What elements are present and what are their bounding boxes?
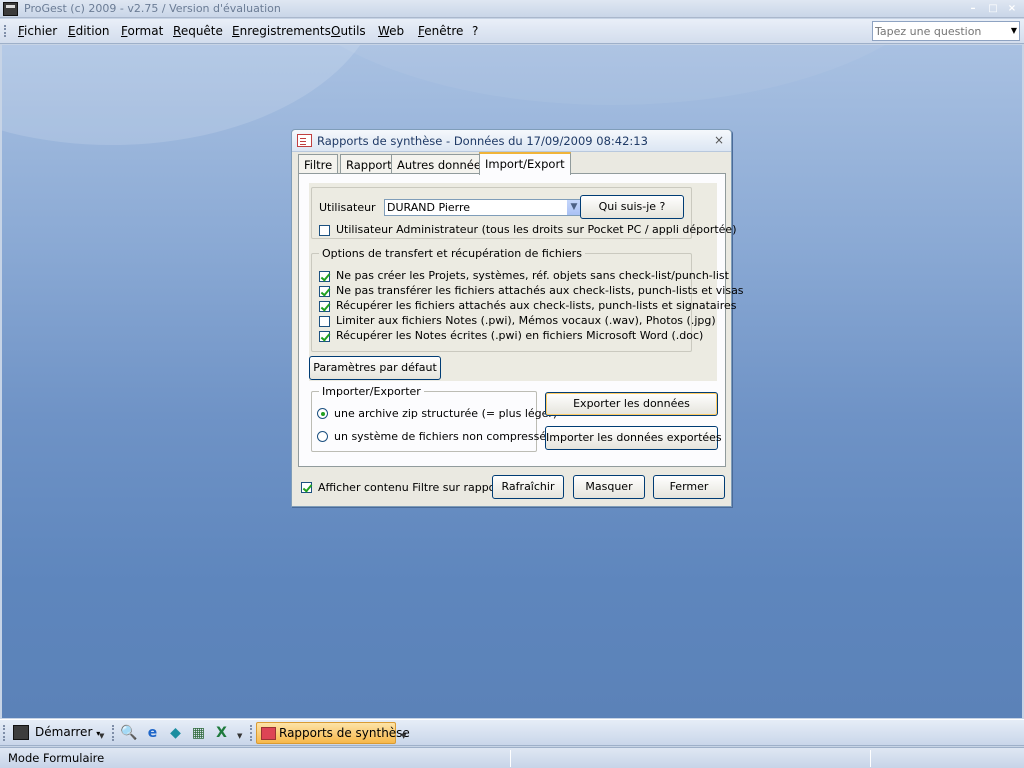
menu-bar: Fichier Edition Format Requête Enregistr… [0,19,1024,44]
taskbar-grip[interactable] [250,725,252,741]
refresh-button[interactable]: Rafraîchir [492,475,564,499]
option-label: Ne pas transférer les fichiers attachés … [336,284,744,297]
start-button[interactable]: Démarrer ▾ [9,723,104,744]
form-icon [297,134,312,147]
shortcut-icon[interactable]: ◆ [167,725,184,742]
transfer-options-legend: Options de transfert et récupération de … [319,247,585,260]
option-checkbox[interactable] [319,271,330,282]
status-separator [510,750,511,767]
chevron-down-icon[interactable]: ▼ [566,200,581,215]
task-reports-button[interactable]: Rapports de synthèse [256,722,410,744]
menu-outils[interactable]: Outils [331,24,366,38]
tab-rapport[interactable]: Rapport [340,154,398,174]
transfer-options-group: Options de transfert et récupération de … [311,247,744,352]
menu-edition[interactable]: Edition [68,24,110,38]
whoami-button[interactable]: Qui suis-je ? [580,195,684,219]
taskbar-grip[interactable] [3,725,5,741]
app-titlebar: ProGest (c) 2009 - v2.75 / Version d'éva… [0,0,1024,18]
import-export-legend: Importer/Exporter [319,385,424,398]
menu-format[interactable]: Format [121,24,163,38]
import-export-group: Importer/Exporter une archive zip struct… [311,385,557,452]
uncompressed-radio[interactable] [317,431,328,442]
calculator-icon[interactable]: ▦ [190,725,207,742]
user-combo[interactable]: DURAND Pierre ▼ [384,199,582,216]
app-icon[interactable] [3,2,18,16]
taskbar-grip[interactable] [112,725,114,741]
import-data-button[interactable]: Importer les données exportées [545,426,722,450]
menu-fichier[interactable]: Fichier [18,24,57,38]
default-settings-button[interactable]: Paramètres par défaut [309,356,441,380]
menu-enregistrements[interactable]: Enregistrements [232,24,331,38]
dialog-close-icon[interactable]: × [714,133,724,147]
hide-button[interactable]: Masquer [573,475,645,499]
user-group: Utilisateur DURAND Pierre ▼ Qui suis-je … [311,187,737,239]
option-label: Récupérer les Notes écrites (.pwi) en fi… [336,329,704,342]
app-title: ProGest (c) 2009 - v2.75 / Version d'éva… [24,2,281,15]
chevron-down-icon[interactable]: ▼ [401,732,406,740]
help-question-box[interactable]: ▼ [872,21,1020,41]
status-bar: Mode Formulaire [0,747,1024,768]
uncompressed-label: un système de fichiers non compressés [334,430,552,443]
admin-checkbox[interactable] [319,225,330,236]
dialog-title: Rapports de synthèse - Données du 17/09/… [317,134,648,148]
chevron-down-icon[interactable]: ▼ [99,732,104,740]
menu-help[interactable]: ? [472,24,478,38]
option-label: Récupérer les fichiers attachés aux chec… [336,299,737,312]
start-label: Démarrer [35,725,93,739]
minimize-icon[interactable]: – [966,2,980,15]
status-text: Mode Formulaire [8,751,105,765]
zip-archive-radio[interactable] [317,408,328,419]
taskbar: Démarrer ▾ ▼ 🔍 e ◆ ▦ X ▼ Rapports de syn… [0,719,1024,746]
search-document-icon[interactable]: 🔍 [120,725,137,742]
background-swoosh [262,45,962,105]
internet-explorer-icon[interactable]: e [144,725,161,742]
admin-label: Utilisateur Administrateur (tous les dro… [336,223,737,236]
toolbar-grip[interactable] [4,25,6,37]
import-export-panel: Utilisateur DURAND Pierre ▼ Qui suis-je … [298,173,744,467]
user-label: Utilisateur [319,201,376,214]
menu-requete[interactable]: Requête [173,24,223,38]
zip-archive-label: une archive zip structurée (= plus léger… [334,407,558,420]
option-checkbox[interactable] [319,286,330,297]
maximize-icon[interactable]: □ [986,2,1000,15]
menu-web[interactable]: Web [378,24,404,38]
help-question-input[interactable] [875,24,1003,38]
status-separator [870,750,871,767]
tab-autres-donnees[interactable]: Autres données [391,154,493,174]
form-icon [261,727,276,740]
option-checkbox[interactable] [319,301,330,312]
close-icon[interactable]: × [1005,2,1019,15]
close-button[interactable]: Fermer [653,475,725,499]
option-label: Ne pas créer les Projets, systèmes, réf.… [336,269,729,282]
option-checkbox[interactable] [319,316,330,327]
export-data-button[interactable]: Exporter les données [545,392,718,416]
start-icon [13,725,29,740]
chevron-down-icon[interactable]: ▼ [237,732,242,740]
user-combo-value: DURAND Pierre [387,201,471,214]
option-label: Limiter aux fichiers Notes (.pwi), Mémos… [336,314,716,327]
tab-filtre[interactable]: Filtre [298,154,339,174]
excel-icon[interactable]: X [213,725,230,742]
option-checkbox[interactable] [319,331,330,342]
synthesis-reports-dialog: Rapports de synthèse - Données du 17/09/… [291,129,744,507]
task-reports-label: Rapports de synthèse [279,726,410,740]
menu-fenetre[interactable]: Fenêtre [418,24,463,38]
dialog-titlebar[interactable]: Rapports de synthèse - Données du 17/09/… [292,130,731,152]
show-filter-label: Afficher contenu Filtre sur rapports [318,481,510,494]
panel-area: Utilisateur DURAND Pierre ▼ Qui suis-je … [309,183,744,381]
tab-import-export[interactable]: Import/Export [479,152,571,175]
chevron-down-icon[interactable]: ▼ [1011,26,1017,35]
show-filter-checkbox[interactable] [301,482,312,493]
